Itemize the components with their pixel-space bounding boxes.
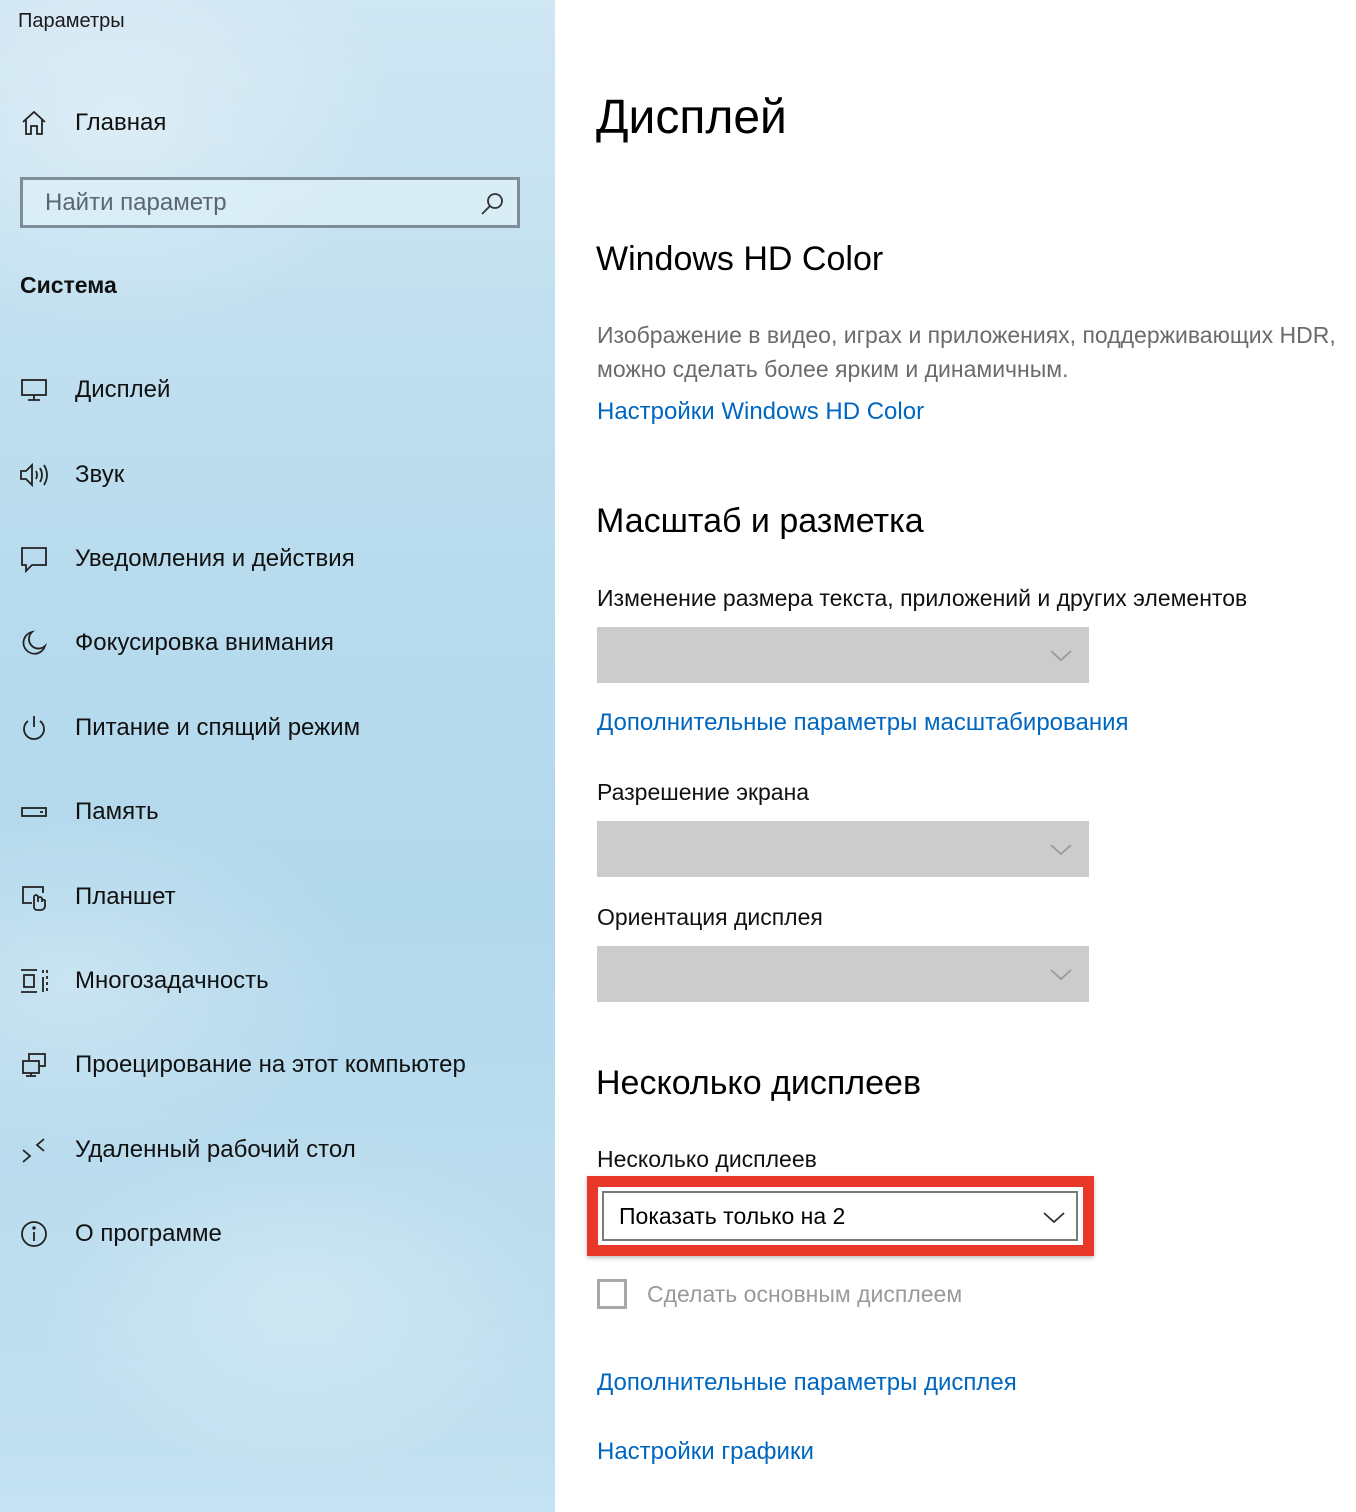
storage-icon [18,796,50,828]
scale-heading: Масштаб и разметка [596,502,924,540]
notification-icon [18,543,50,575]
hdr-description: Изображение в видео, играх и приложениях… [597,322,1336,382]
section-header-system: Система [20,272,117,298]
sidebar-item-label: Память [75,798,159,826]
home-nav-item[interactable]: Главная [18,103,166,143]
chevron-down-icon [1042,1207,1066,1232]
sidebar-item-label: Планшет [75,882,176,910]
advanced-display-link[interactable]: Дополнительные параметры дисплея [597,1369,1017,1397]
resolution-dropdown[interactable] [597,821,1089,877]
page-title: Дисплей [596,91,787,144]
orientation-label: Ориентация дисплея [597,904,823,930]
multi-display-label: Несколько дисплеев [597,1146,817,1172]
remote-desktop-icon [18,1134,50,1166]
multitasking-icon [18,965,50,997]
sidebar-item-multitasking[interactable]: Многозадачность [18,939,538,1023]
home-label: Главная [75,109,167,136]
sidebar-item-display[interactable]: Дисплей [18,348,538,432]
hdr-settings-link[interactable]: Настройки Windows HD Color [597,398,924,426]
moon-icon [18,627,50,659]
main-content: Дисплей Windows HD Color Изображение в в… [555,0,1356,1512]
app-title: Параметры [18,10,125,32]
sidebar-item-sound[interactable]: Звук [18,432,538,516]
resolution-label: Разрешение экрана [597,779,810,805]
sidebar-item-label: Дисплей [75,376,171,404]
scale-size-label: Изменение размера текста, приложений и д… [597,585,1248,611]
sidebar-item-notifications[interactable]: Уведомления и действия [18,517,538,601]
make-main-display-label: Сделать основным дисплеем [647,1280,963,1307]
sidebar-item-storage[interactable]: Память [18,770,538,854]
graphics-settings-link[interactable]: Настройки графики [597,1438,814,1466]
sidebar-item-focus-assist[interactable]: Фокусировка внимания [18,601,538,685]
sidebar-item-about[interactable]: О программе [18,1192,538,1276]
sidebar-nav: Дисплей Звук Уведомления и действия Фоку… [18,348,538,1276]
tablet-icon [18,881,50,913]
sidebar-item-power-sleep[interactable]: Питание и спящий режим [18,686,538,770]
make-main-display-row[interactable]: Сделать основным дисплеем [597,1276,962,1312]
chevron-down-icon [1049,839,1073,864]
make-main-display-checkbox[interactable] [597,1279,627,1309]
orientation-dropdown[interactable] [597,946,1089,1002]
info-icon [18,1218,50,1250]
home-icon [18,107,50,139]
multi-display-dropdown[interactable]: Показать только на 2 [602,1191,1078,1241]
sidebar-item-label: Уведомления и действия [75,544,355,572]
settings-window: Параметры Главная Система [0,0,1356,1512]
power-icon [18,712,50,744]
sidebar-item-remote-desktop[interactable]: Удаленный рабочий стол [18,1108,538,1192]
search-input[interactable] [43,187,467,218]
multi-display-heading: Несколько дисплеев [596,1064,922,1102]
monitor-icon [18,374,50,406]
sidebar-item-label: Удаленный рабочий стол [75,1135,356,1163]
sidebar: Параметры Главная Система [0,0,555,1512]
sidebar-item-label: Проецирование на этот компьютер [75,1051,466,1079]
sidebar-item-label: О программе [75,1220,222,1248]
sidebar-item-projecting[interactable]: Проецирование на этот компьютер [18,1023,538,1107]
sidebar-item-tablet[interactable]: Планшет [18,854,538,938]
projecting-icon [18,1049,50,1081]
hdr-heading: Windows HD Color [596,240,884,278]
scale-size-dropdown[interactable] [597,627,1089,683]
multi-display-value: Показать только на 2 [619,1202,846,1229]
sidebar-item-label: Многозадачность [75,966,269,994]
speaker-icon [18,459,50,491]
search-icon[interactable] [479,191,505,222]
advanced-scaling-link[interactable]: Дополнительные параметры масштабирования [597,709,1129,737]
sidebar-item-label: Звук [75,460,125,488]
sidebar-item-label: Питание и спящий режим [75,713,361,741]
chevron-down-icon [1049,645,1073,670]
sidebar-item-label: Фокусировка внимания [75,629,334,657]
search-box[interactable] [20,177,520,228]
chevron-down-icon [1049,964,1073,989]
